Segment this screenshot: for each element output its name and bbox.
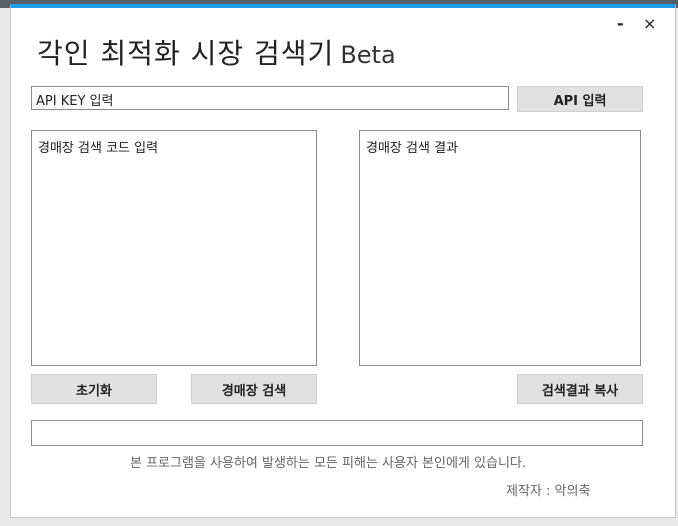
- search-code-textarea[interactable]: 경매장 검색 코드 입력: [31, 130, 317, 366]
- app-window: 각인 최적화 시장 검색기 Beta - × API KEY 입력 API 입력 …: [10, 4, 676, 518]
- app-title: 각인 최적화 시장 검색기 Beta: [37, 32, 396, 72]
- api-submit-button[interactable]: API 입력: [517, 86, 643, 112]
- credit-text: 제작자 : 악의축: [506, 484, 591, 499]
- disclaimer-text: 본 프로그램을 사용하여 발생하는 모든 피해는 사용자 본인에게 있습니다.: [130, 456, 526, 471]
- close-button[interactable]: ×: [643, 14, 656, 33]
- copy-results-button[interactable]: 검색결과 복사: [517, 374, 643, 404]
- app-title-beta: Beta: [340, 41, 396, 69]
- api-key-input[interactable]: API KEY 입력: [31, 86, 509, 110]
- search-result-textarea[interactable]: 경매장 검색 결과: [359, 130, 641, 366]
- status-field: [31, 420, 643, 446]
- reset-button[interactable]: 초기화: [31, 374, 157, 404]
- app-title-text: 각인 최적화 시장 검색기: [37, 37, 335, 70]
- minimize-button[interactable]: -: [617, 14, 624, 33]
- auction-search-button[interactable]: 경매장 검색: [191, 374, 317, 404]
